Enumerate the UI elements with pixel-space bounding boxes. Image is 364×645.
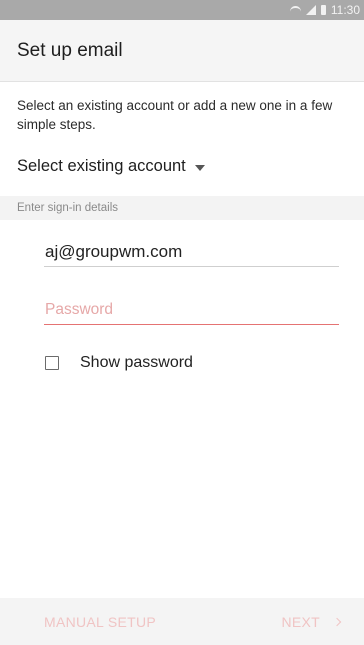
setup-description: Select an existing account or add a new …	[17, 98, 333, 132]
status-bar: 11:30	[0, 0, 364, 20]
email-field[interactable]	[44, 238, 339, 267]
select-existing-account-dropdown[interactable]: Select existing account	[17, 157, 205, 176]
chevron-right-icon	[332, 617, 342, 626]
page-title: Set up email	[17, 39, 123, 61]
show-password-toggle[interactable]: Show password	[45, 354, 193, 372]
wifi-icon	[289, 5, 301, 15]
manual-setup-button[interactable]: MANUAL SETUP	[44, 614, 156, 630]
show-password-label: Show password	[80, 354, 193, 371]
next-label: NEXT	[281, 613, 320, 630]
select-existing-account-label: Select existing account	[17, 157, 186, 175]
show-password-checkbox[interactable]	[45, 356, 59, 370]
next-button[interactable]: NEXT	[281, 613, 342, 630]
password-field[interactable]	[44, 295, 339, 325]
signin-section-header: Enter sign-in details	[0, 196, 364, 220]
battery-icon	[320, 5, 326, 15]
status-time: 11:30	[330, 3, 360, 17]
bottom-action-bar: MANUAL SETUP NEXT	[0, 598, 364, 645]
dropdown-caret-icon	[194, 164, 205, 171]
title-bar: Set up email	[0, 20, 364, 82]
manual-setup-label: MANUAL SETUP	[44, 613, 156, 630]
signal-icon	[305, 5, 316, 15]
